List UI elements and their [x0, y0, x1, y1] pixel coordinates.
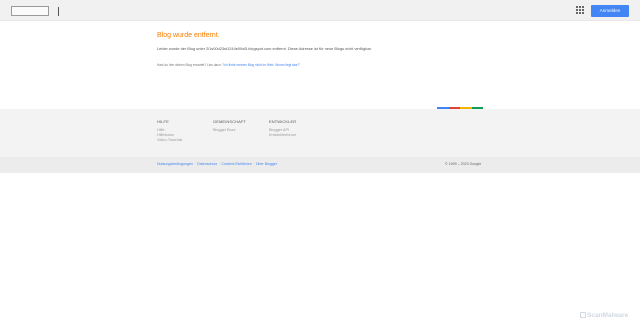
footer-link-video-tutorials[interactable]: Video-Tutorials — [157, 138, 182, 142]
footer-heading: HILFE — [157, 119, 169, 124]
legal-links: Nutzungsbedingungen · Datenschutz · Content-… — [157, 162, 278, 166]
watermark-text: ScanMalware — [587, 312, 629, 319]
footer-link-help-forum[interactable]: Hilfeforum — [157, 133, 182, 137]
copyright: © 1999 – 2023 Google — [445, 162, 482, 166]
top-bar: Anmelden — [0, 0, 640, 21]
privacy-link[interactable]: Datenschutz — [197, 162, 217, 166]
watermark-icon — [580, 312, 586, 318]
footer-column-help: HILFE Hilfe Hilfeforum Video-Tutorials — [157, 119, 182, 144]
sign-in-button[interactable]: Anmelden — [591, 5, 629, 17]
footer-link-developer-forum[interactable]: Entwicklerforum — [269, 133, 296, 137]
footer-link-blogger-buzz[interactable]: Blogger Buzz — [213, 128, 246, 132]
hint-text: Hast du hier deinen Blog erwartet? Lies … — [157, 63, 487, 67]
hint-prefix: Hast du hier deinen Blog erwartet? Lies … — [157, 63, 223, 67]
legal-bar: Nutzungsbedingungen · Datenschutz · Content-… — [0, 157, 640, 173]
footer: HILFE Hilfe Hilfeforum Video-Tutorials G… — [0, 109, 640, 157]
footer-heading: GEMEINSCHAFT — [213, 119, 246, 124]
terms-link[interactable]: Nutzungsbedingungen — [157, 162, 193, 166]
removed-message: Leider wurde der Blog unter 2i1s00d23st1… — [157, 46, 372, 51]
footer-link-help[interactable]: Hilfe — [157, 128, 182, 132]
blogger-logo-image[interactable] — [11, 6, 49, 16]
main-content: Blog wurde entfernt. Leider wurde der Bl… — [157, 32, 487, 67]
content-policy-link[interactable]: Content-Richtlinien — [221, 162, 251, 166]
logo-divider — [58, 7, 59, 16]
about-blogger-link[interactable]: Über Blogger — [256, 162, 277, 166]
footer-column-developers: ENTWICKLER Blogger API Entwicklerforum — [269, 119, 296, 138]
page-title: Blog wurde entfernt. — [157, 32, 220, 39]
apps-grid-icon[interactable] — [576, 6, 584, 14]
footer-heading: ENTWICKLER — [269, 119, 297, 124]
footer-column-community: GEMEINSCHAFT Blogger Buzz — [213, 119, 246, 133]
footer-link-blogger-api[interactable]: Blogger API — [269, 128, 296, 132]
help-link[interactable]: "Ich finde meinen Blog nicht im Web. Wor… — [222, 63, 300, 67]
watermark: ScanMalware — [580, 312, 628, 319]
